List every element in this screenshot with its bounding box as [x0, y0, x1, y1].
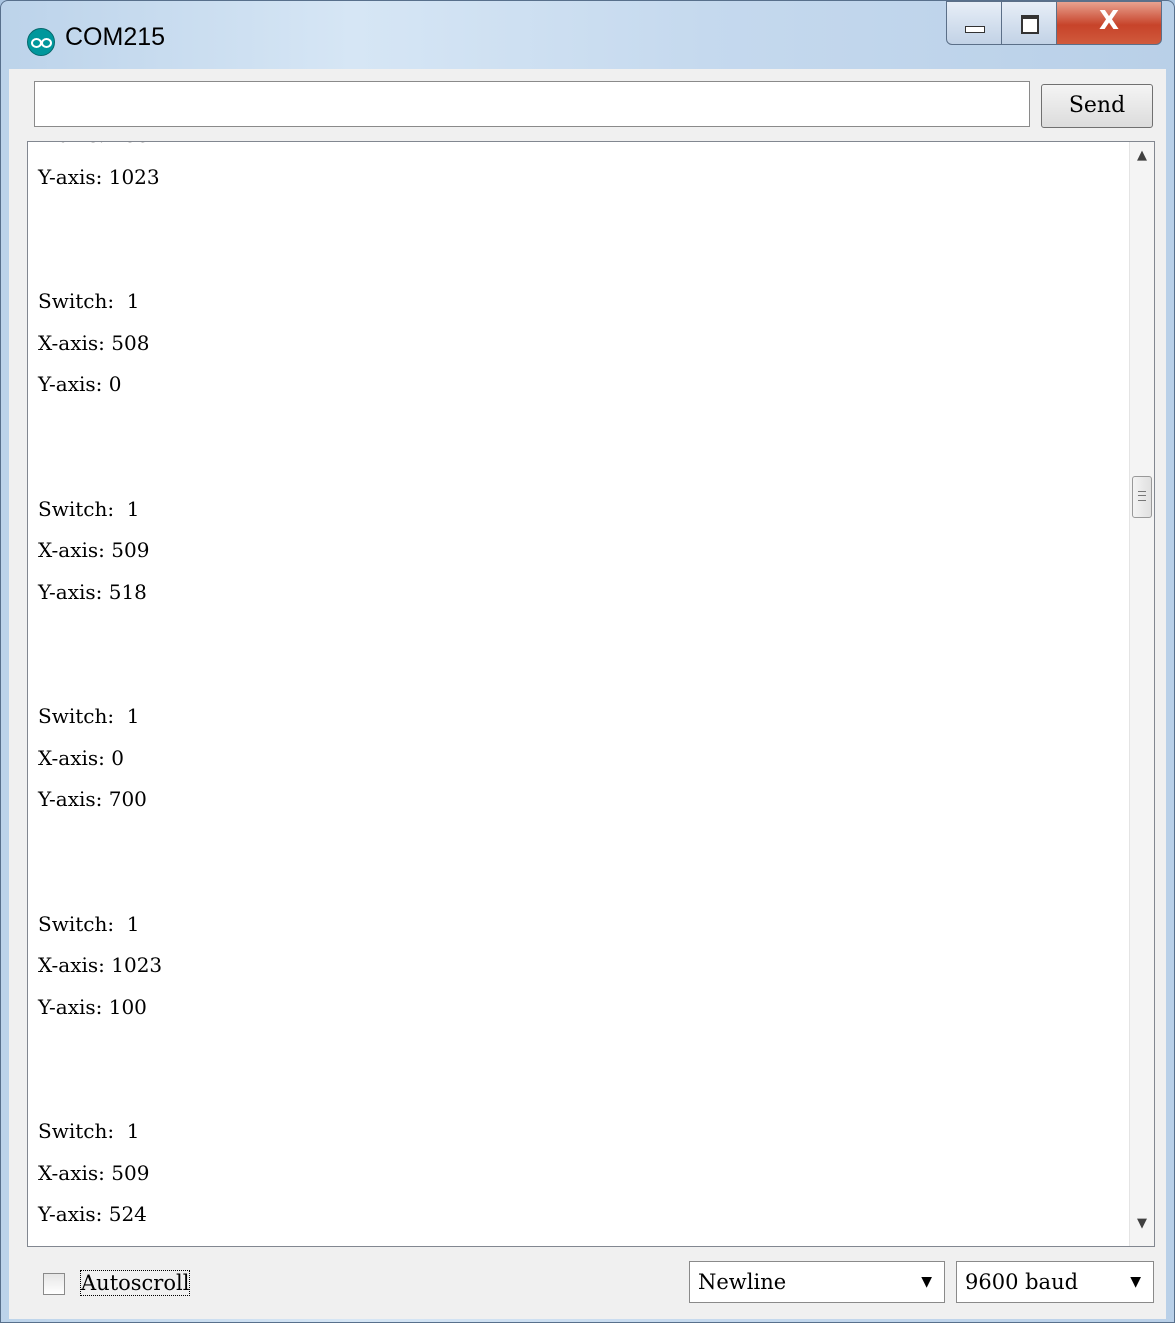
bottom-toolbar: Autoscroll Newline ▼ 9600 baud ▼ [9, 1249, 1166, 1319]
minimize-button[interactable] [946, 1, 1002, 45]
output-line: X-axis: 508 [38, 330, 150, 355]
send-input[interactable] [34, 81, 1030, 127]
output-line: X-axis: 1023 [38, 953, 163, 977]
maximize-button[interactable] [1001, 1, 1057, 45]
autoscroll-checkbox[interactable] [43, 1273, 65, 1295]
maximize-icon [1021, 15, 1039, 34]
minimize-icon [965, 26, 985, 33]
line-ending-value: Newline [698, 1270, 787, 1294]
close-icon: X [1098, 6, 1120, 36]
grip-icon [1138, 491, 1146, 501]
line-ending-select[interactable]: Newline ▼ [689, 1261, 945, 1303]
output-line: Switch: 1 [38, 911, 140, 936]
vertical-scrollbar[interactable]: ▲ ▼ [1129, 142, 1154, 1246]
chevron-down-icon: ▼ [1130, 1274, 1141, 1290]
send-button[interactable]: Send [1041, 84, 1153, 128]
output-line: Y-axis: 0 [38, 372, 122, 396]
output-line: X-axis: 509 [38, 1160, 150, 1185]
scroll-up-icon[interactable]: ▲ [1130, 148, 1154, 172]
baud-rate-value: 9600 baud [965, 1270, 1079, 1294]
output-line: Switch: 1 [38, 496, 140, 521]
baud-rate-select[interactable]: 9600 baud ▼ [956, 1261, 1154, 1303]
output-line: X-axis: 509 [38, 538, 150, 562]
output-line: X-axis: 0 [38, 745, 124, 770]
serial-monitor-window: COM215 X Send X-axis: 155 Y-axis: 1023 Swi… [0, 0, 1175, 1323]
output-line: Y-axis: 100 [38, 994, 147, 1019]
output-line: Y-axis: 518 [38, 579, 147, 604]
close-button[interactable]: X [1056, 1, 1162, 45]
output-line: Switch: 1 [38, 289, 140, 313]
output-line: Y-axis: 1023 [38, 164, 160, 189]
output-line: Switch: 1 [38, 704, 140, 728]
output-line: Y-axis: 524 [38, 1202, 147, 1226]
output-line: Y-axis: 700 [38, 787, 147, 811]
scroll-down-icon[interactable]: ▼ [1130, 1216, 1154, 1240]
window-title: COM215 [65, 23, 166, 51]
output-line: Switch: 1 [38, 1119, 140, 1143]
output-line: X-axis: 155 [38, 142, 162, 157]
title-bar[interactable]: COM215 X [1, 1, 1174, 69]
output-lines: X-axis: 155 Y-axis: 1023 Switch: 1 X-axis: … [38, 142, 163, 1236]
autoscroll-label[interactable]: Autoscroll [79, 1270, 191, 1296]
scroll-thumb[interactable] [1132, 476, 1152, 518]
serial-output[interactable]: X-axis: 155 Y-axis: 1023 Switch: 1 X-axis: … [27, 141, 1155, 1247]
arduino-logo-icon [27, 28, 55, 56]
window-client-area: Send X-axis: 155Y-axis: 1023Switch: 1X-a… [9, 69, 1166, 1319]
chevron-down-icon: ▼ [921, 1274, 932, 1290]
